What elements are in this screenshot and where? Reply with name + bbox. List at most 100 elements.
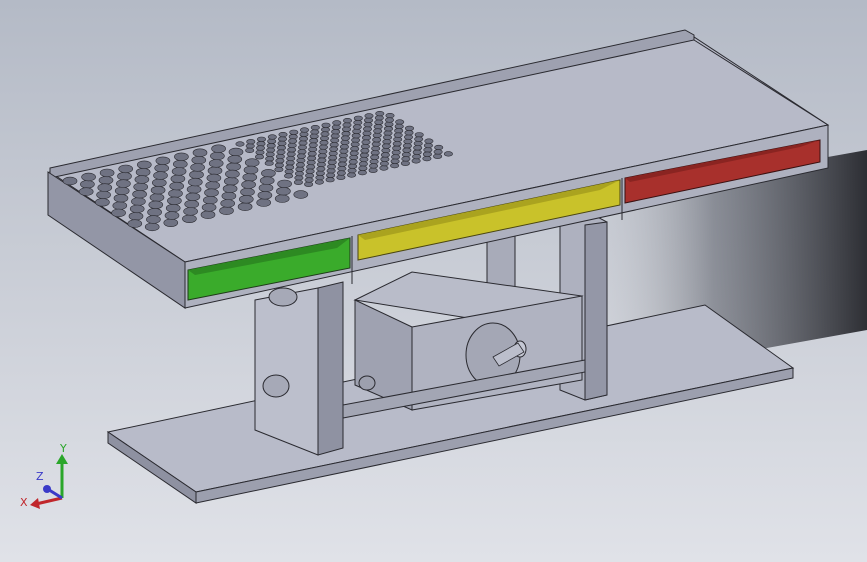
fine-hole xyxy=(363,121,373,128)
coarse-hole xyxy=(154,163,169,173)
fine-hole xyxy=(370,154,380,160)
fine-hole xyxy=(423,142,433,149)
fine-hole xyxy=(299,127,309,133)
coarse-hole xyxy=(225,169,240,179)
coarse-hole xyxy=(222,184,238,193)
fine-hole xyxy=(414,136,424,142)
coarse-hole xyxy=(146,215,161,224)
fine-hole xyxy=(306,159,316,166)
fine-hole xyxy=(277,136,287,142)
fine-hole xyxy=(331,129,341,135)
coarse-hole xyxy=(114,186,130,196)
coarse-hole xyxy=(220,199,235,208)
fine-hole xyxy=(319,135,329,141)
fine-hole xyxy=(368,167,378,173)
coarse-hole xyxy=(163,218,179,228)
coarse-hole xyxy=(135,168,151,177)
fine-hole xyxy=(403,138,413,145)
coarse-hole xyxy=(182,214,197,224)
coarse-hole xyxy=(184,199,199,209)
coarse-hole xyxy=(257,191,273,200)
coarse-hole xyxy=(241,180,256,189)
fine-hole xyxy=(309,133,319,139)
fine-hole xyxy=(255,154,265,160)
fine-hole xyxy=(308,142,318,148)
fine-hole xyxy=(412,154,422,160)
coarse-hole xyxy=(293,190,309,199)
coarse-hole xyxy=(173,159,188,169)
fine-hole xyxy=(329,142,339,148)
fine-hole xyxy=(317,153,327,159)
fine-hole xyxy=(385,112,395,119)
fine-hole xyxy=(320,127,330,133)
coarse-hole xyxy=(261,169,276,178)
fine-hole xyxy=(340,135,350,141)
coarse-hole xyxy=(153,171,168,180)
fine-hole xyxy=(320,131,330,137)
coarse-hole xyxy=(99,168,115,178)
fine-hole xyxy=(424,138,434,144)
fine-hole xyxy=(341,131,351,137)
fine-hole xyxy=(350,141,360,147)
fine-hole xyxy=(423,147,433,153)
fine-hole xyxy=(265,151,275,157)
fine-hole xyxy=(266,143,276,149)
coarse-hole xyxy=(164,211,180,220)
fine-hole xyxy=(336,174,346,180)
coarse-hole xyxy=(62,176,78,186)
fine-hole xyxy=(422,151,432,157)
coarse-hole xyxy=(189,170,204,179)
orientation-triad[interactable]: Y X Z xyxy=(18,440,88,510)
coarse-hole xyxy=(207,166,223,175)
fine-hole xyxy=(298,140,308,146)
fine-hole xyxy=(266,147,276,153)
fine-hole xyxy=(340,139,350,145)
sieve-machine-model[interactable] xyxy=(0,0,867,562)
fine-hole xyxy=(294,175,304,181)
fine-hole xyxy=(296,157,306,164)
fine-hole xyxy=(264,160,274,166)
fine-hole xyxy=(380,152,390,158)
coarse-hole xyxy=(152,178,167,188)
coarse-hole xyxy=(165,203,181,213)
fine-hole xyxy=(374,115,384,121)
fine-hole xyxy=(349,150,359,156)
fine-hole xyxy=(342,122,352,128)
coarse-hole xyxy=(256,198,272,207)
fine-hole xyxy=(341,126,351,132)
fine-hole xyxy=(326,168,336,174)
fine-hole xyxy=(363,117,373,123)
fine-hole xyxy=(380,156,390,162)
coarse-hole xyxy=(133,182,148,192)
z-axis-label: Z xyxy=(36,470,44,483)
fine-hole xyxy=(309,138,319,144)
fine-hole xyxy=(330,137,340,143)
coarse-hole xyxy=(259,176,275,185)
fine-hole xyxy=(307,151,317,157)
coarse-hole xyxy=(128,212,144,221)
fine-hole xyxy=(372,137,382,143)
fine-hole xyxy=(371,145,381,152)
fine-hole xyxy=(316,166,326,172)
fine-hole xyxy=(293,179,303,185)
cad-viewport[interactable]: Y X Z xyxy=(0,0,867,562)
coarse-hole xyxy=(150,186,166,195)
coarse-hole xyxy=(210,151,225,161)
coarse-hole xyxy=(127,219,143,228)
fine-hole xyxy=(295,166,305,172)
frame-bolt-upper xyxy=(268,287,298,307)
fine-hole xyxy=(306,164,316,170)
fine-hole xyxy=(404,130,414,136)
fine-hole xyxy=(352,124,362,130)
fine-hole xyxy=(384,117,394,123)
fine-hole xyxy=(379,161,389,167)
coarse-hole xyxy=(227,155,243,164)
fine-hole xyxy=(284,173,294,179)
fine-hole xyxy=(413,145,423,151)
coarse-hole xyxy=(258,183,274,193)
fine-hole xyxy=(326,172,336,178)
coarse-hole xyxy=(277,179,292,189)
coarse-hole xyxy=(211,144,226,153)
coarse-hole xyxy=(201,203,217,212)
fine-hole xyxy=(330,133,340,139)
